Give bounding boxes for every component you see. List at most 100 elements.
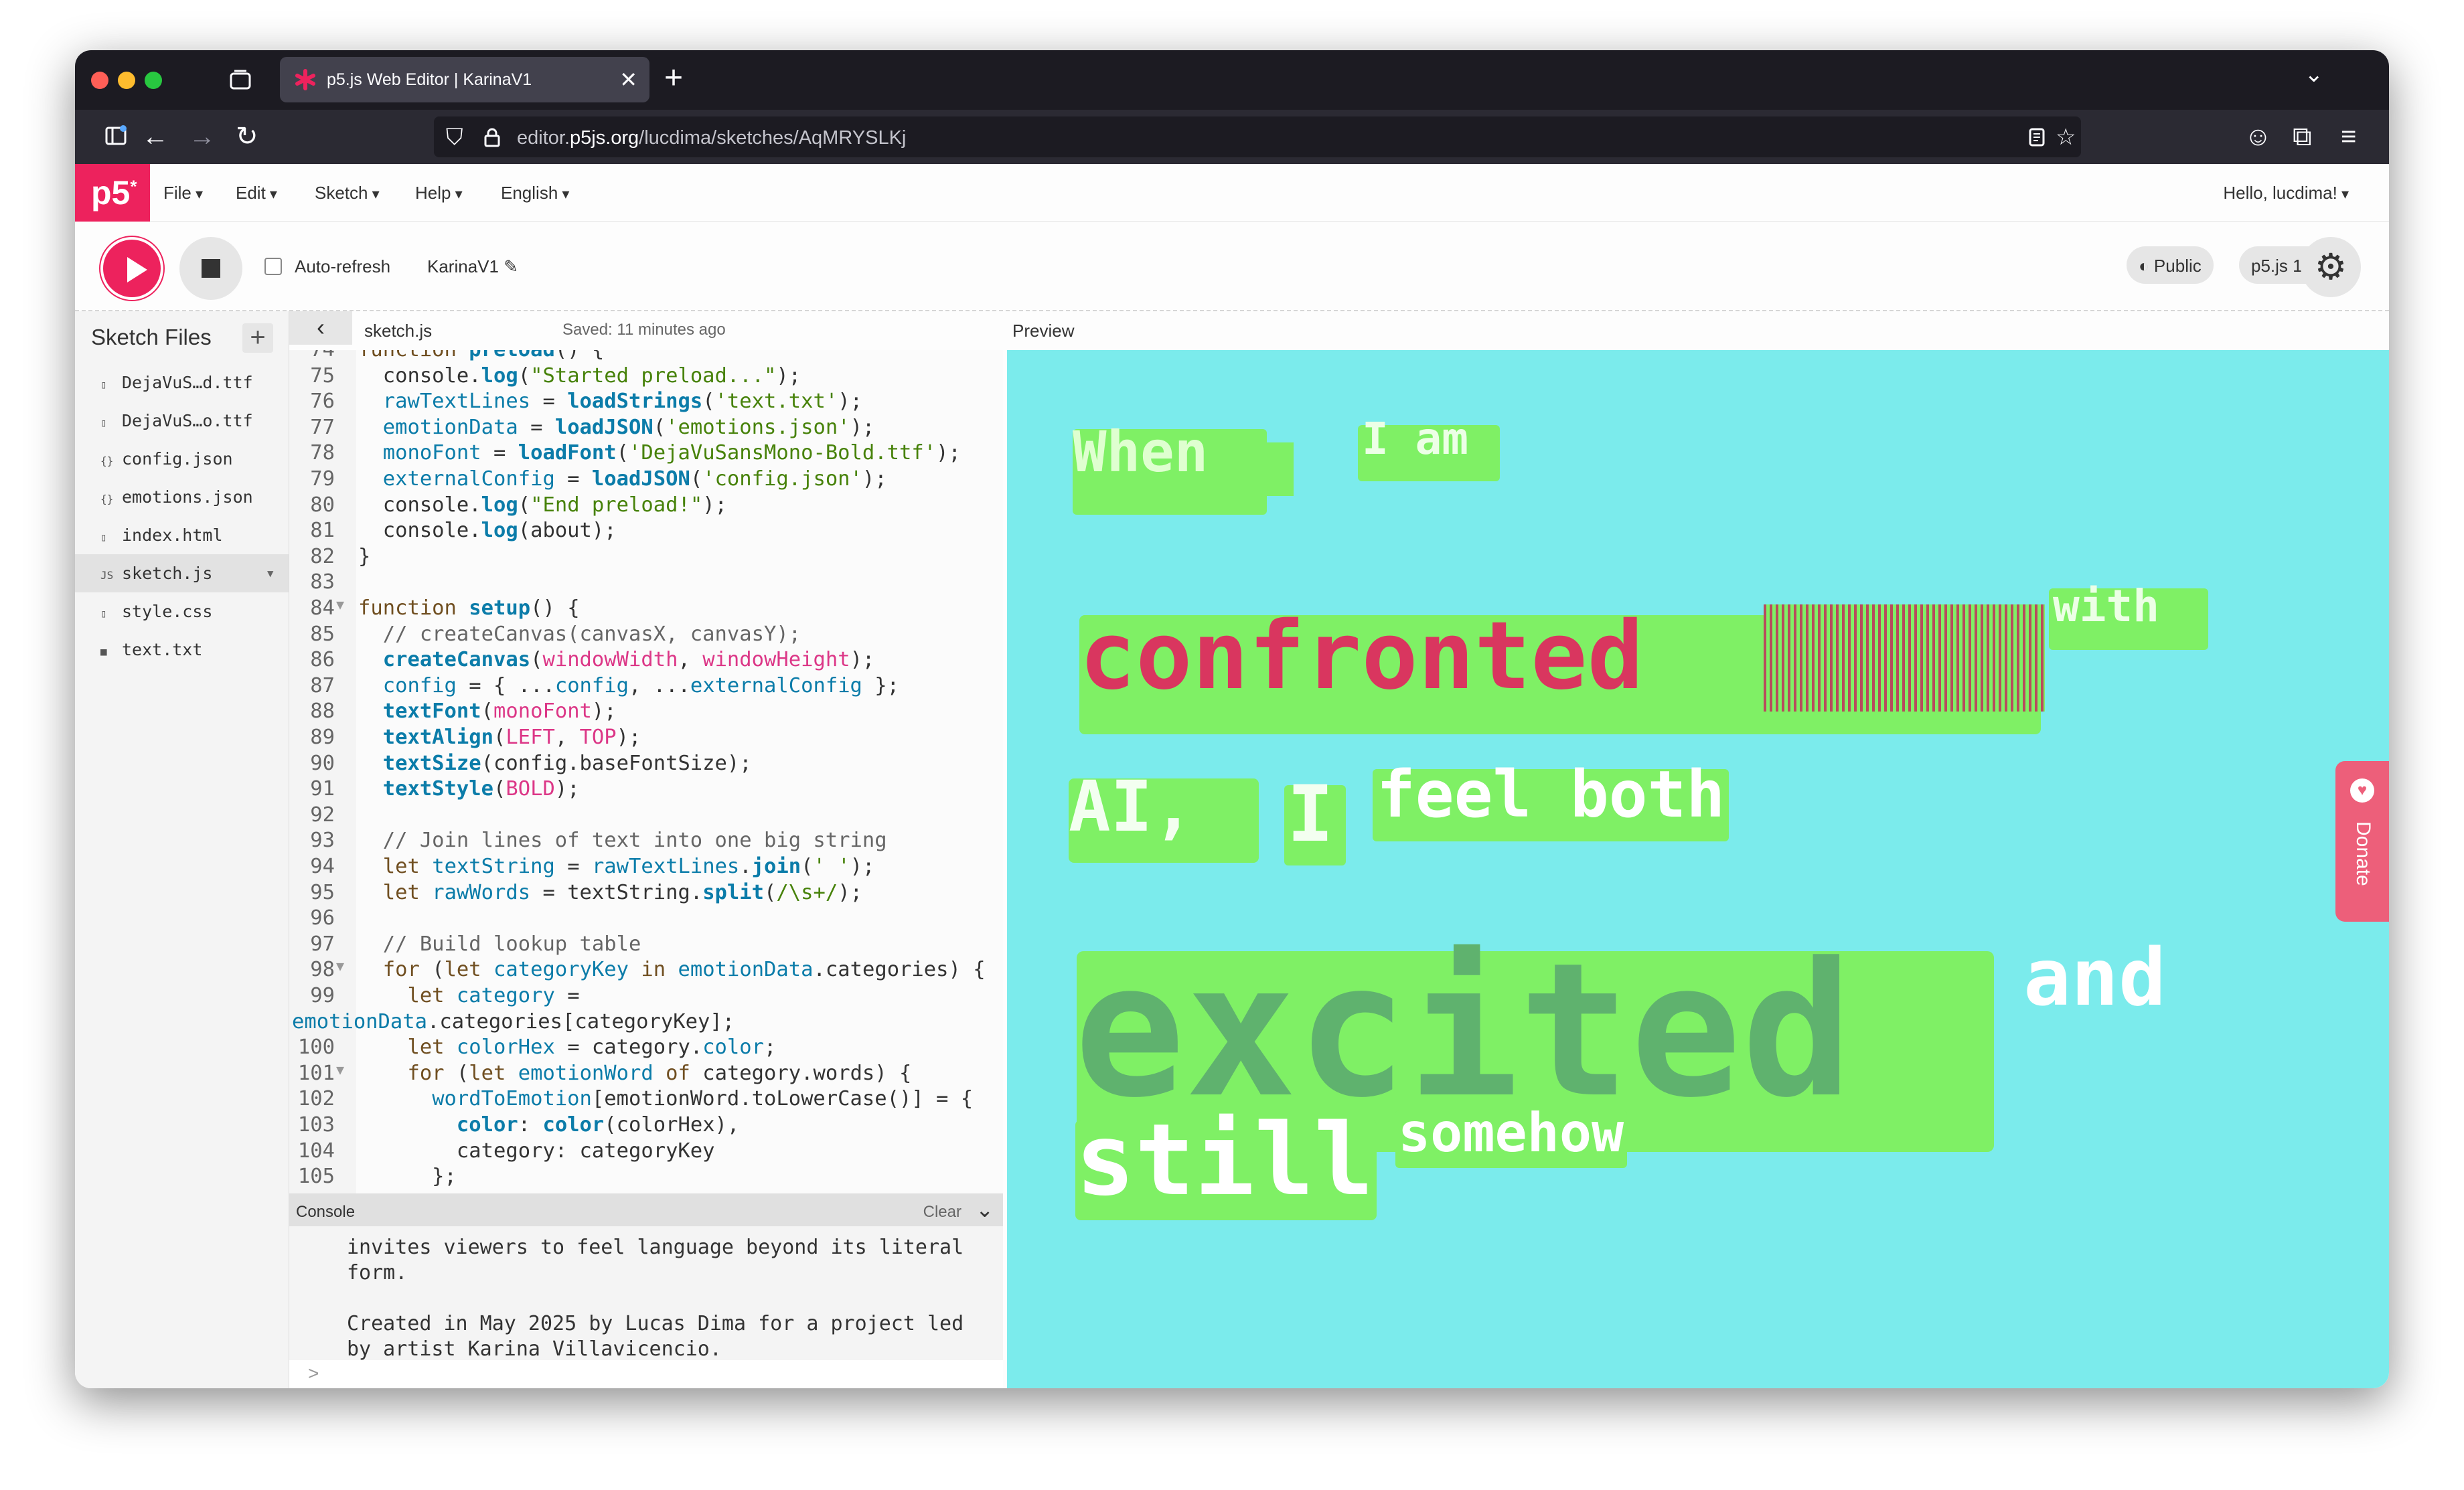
code-line[interactable]: 77 emotionData = loadJSON('emotions.json… — [289, 416, 1003, 441]
url-bar[interactable]: ⛉ editor.p5js.org/lucdima/sketches/AqMRY… — [434, 116, 2081, 157]
code-line[interactable]: 80 console.log("End preload!"); — [289, 493, 1003, 519]
minimize-window-button[interactable] — [118, 72, 135, 89]
new-tab-button[interactable]: + — [664, 58, 683, 98]
code-line[interactable]: 102 wordToEmotion[emotionWord.toLowerCas… — [289, 1087, 1003, 1112]
reload-icon[interactable]: ↻ — [236, 122, 258, 151]
toolbar: Auto-refresh KarinaV1 ✎ ◐ Public p5.js 1… — [75, 222, 2389, 311]
code-text: // Build lookup table — [382, 932, 641, 956]
p5-logo[interactable]: p5* — [75, 164, 150, 222]
code-line[interactable]: 86 createCanvas(windowWidth, windowHeigh… — [289, 648, 1003, 673]
line-number: 83 — [310, 570, 335, 594]
code-line[interactable]: 81 console.log(about); — [289, 519, 1003, 544]
menu-help[interactable]: Help — [415, 183, 463, 203]
fold-arrow-icon[interactable]: ▼ — [336, 1062, 344, 1078]
code-line[interactable]: 75 console.log("Started preload..."); — [289, 364, 1003, 390]
menu-hamburger-icon[interactable]: ≡ — [2341, 122, 2356, 151]
code-line[interactable]: 94 let textString = rawTextLines.join(' … — [289, 855, 1003, 880]
code-line[interactable]: 82} — [289, 545, 1003, 570]
code-line[interactable]: 88 textFont(monoFont); — [289, 699, 1003, 725]
donate-tab[interactable]: ♥ Donate — [2335, 761, 2389, 922]
account-icon[interactable]: ☺ — [2244, 122, 2272, 151]
code-line[interactable]: 87 config = { ...config, ...externalConf… — [289, 674, 1003, 699]
code-text: }; — [358, 1165, 457, 1189]
code-line[interactable]: 101 ▼ for (let emotionWord of category.wo… — [289, 1062, 1003, 1087]
file-item-text-txt[interactable]: ■ text.txt — [75, 631, 289, 669]
code-line[interactable]: 104 category: categoryKey — [289, 1139, 1003, 1165]
file-item-dejavu-mono-ttf[interactable]: ▯ DejaVuS…o.ttf — [75, 402, 289, 440]
code-line[interactable]: 85 // createCanvas(canvasX, canvasY); — [289, 623, 1003, 648]
add-file-button[interactable]: + — [242, 323, 273, 353]
code-editor[interactable]: 74 function preload() {75 console.log("St… — [289, 350, 1003, 1193]
code-line[interactable]: 103 color: color(colorHex), — [289, 1113, 1003, 1139]
code-line[interactable]: 83 — [289, 570, 1003, 596]
donate-label: Donate — [2352, 821, 2374, 886]
shield-icon[interactable]: ⛉ — [446, 125, 463, 150]
file-item-dejavu-bold-ttf[interactable]: ▯ DejaVuS…d.ttf — [75, 363, 289, 402]
url-text[interactable]: editor.p5js.org/lucdima/sketches/AqMRYSL… — [517, 127, 906, 149]
console-clear-button[interactable]: Clear — [923, 1203, 961, 1222]
forward-arrow-icon[interactable]: → — [189, 122, 216, 151]
menu-file[interactable]: File — [163, 183, 203, 203]
settings-gear-icon[interactable]: ⚙ — [2301, 237, 2361, 297]
sketch-preview-canvas[interactable]: When I am confronted with AI, I feel bot… — [1007, 350, 2389, 1388]
zoom-window-button[interactable] — [145, 72, 162, 89]
p5-favicon-icon — [295, 69, 315, 90]
js-file-icon: JS — [100, 569, 114, 582]
menu-edit[interactable]: Edit — [236, 183, 277, 203]
play-button[interactable] — [100, 237, 163, 300]
code-line[interactable]: 76 rawTextLines = loadStrings('text.txt'… — [289, 390, 1003, 415]
code-text: function setup() { — [358, 596, 580, 620]
collapse-sidebar-button[interactable]: ‹ — [289, 311, 352, 345]
extensions-icon[interactable]: ⧉ — [2293, 122, 2312, 151]
code-line[interactable]: 91 textStyle(BOLD); — [289, 777, 1003, 803]
sidebar-toggle-icon[interactable] — [104, 125, 127, 147]
tab-overview-icon[interactable] — [229, 69, 252, 90]
fold-arrow-icon[interactable]: ▼ — [336, 596, 344, 612]
code-line[interactable]: 95 let rawWords = textString.split(/\s+/… — [289, 881, 1003, 906]
code-line[interactable]: 84 ▼ function setup() { — [289, 596, 1003, 622]
code-line[interactable]: 90 textSize(config.baseFontSize); — [289, 752, 1003, 777]
preview-word: AI, — [1069, 766, 1195, 847]
code-line[interactable]: 89 textAlign(LEFT, TOP); — [289, 726, 1003, 751]
code-line[interactable]: 100 let colorHex = category.color; — [289, 1036, 1003, 1061]
code-line[interactable]: 93 // Join lines of text into one big st… — [289, 829, 1003, 854]
code-text: console.log("Started preload..."); — [358, 363, 801, 388]
file-item-style-css[interactable]: ▯ style.css — [75, 592, 289, 631]
code-line[interactable]: 99 let category = — [289, 984, 1003, 1009]
sketch-name-edit[interactable]: KarinaV1 ✎ — [427, 256, 518, 277]
stop-button[interactable] — [179, 237, 242, 300]
auto-refresh-checkbox[interactable] — [264, 258, 282, 275]
menu-language[interactable]: English — [501, 183, 569, 203]
line-number: 91 — [310, 777, 335, 801]
file-item-config-json[interactable]: {} config.json — [75, 440, 289, 478]
tab-list-chevron-icon[interactable]: ⌄ — [2305, 61, 2324, 88]
code-line[interactable]: 92 — [289, 803, 1003, 829]
bookmark-star-icon[interactable]: ☆ — [2056, 125, 2076, 150]
code-line[interactable]: 79 externalConfig = loadJSON('config.jso… — [289, 467, 1003, 493]
console-collapse-chevron-icon[interactable]: ⌄ — [976, 1197, 994, 1222]
code-line[interactable]: 97 // Build lookup table — [289, 932, 1003, 958]
browser-tab-active[interactable]: p5.js Web Editor | KarinaV1 ✕ — [280, 57, 649, 102]
reader-view-icon[interactable] — [2027, 127, 2046, 147]
fold-arrow-icon[interactable]: ▼ — [336, 958, 344, 974]
file-item-index-html[interactable]: ▯ index.html — [75, 516, 289, 554]
visibility-toggle[interactable]: ◐ Public — [2127, 246, 2214, 284]
code-line[interactable]: 105 }; — [289, 1165, 1003, 1190]
code-text: console.log(about); — [358, 519, 617, 543]
code-line[interactable]: 74 function preload() { — [289, 350, 1003, 363]
code-line[interactable]: 98 ▼ for (let categoryKey in emotionData.… — [289, 958, 1003, 983]
close-window-button[interactable] — [91, 72, 108, 89]
user-menu[interactable]: Hello, lucdima! — [2223, 183, 2349, 203]
file-item-sketch-js[interactable]: JS sketch.js — [75, 554, 289, 592]
console-input[interactable]: > — [289, 1360, 1003, 1388]
line-number: 78 — [310, 441, 335, 465]
code-line[interactable]: 96 — [289, 906, 1003, 932]
lock-icon[interactable] — [483, 127, 501, 147]
menu-sketch[interactable]: Sketch — [315, 183, 380, 203]
code-line[interactable]: 78 monoFont = loadFont('DejaVuSansMono-B… — [289, 441, 1003, 467]
file-item-emotions-json[interactable]: {} emotions.json — [75, 478, 289, 516]
back-arrow-icon[interactable]: ← — [142, 122, 169, 151]
tab-close-icon[interactable]: ✕ — [619, 66, 637, 93]
code-text: function preload() { — [358, 350, 604, 361]
code-line[interactable]: emotionData.categories[categoryKey]; — [289, 1010, 1003, 1036]
